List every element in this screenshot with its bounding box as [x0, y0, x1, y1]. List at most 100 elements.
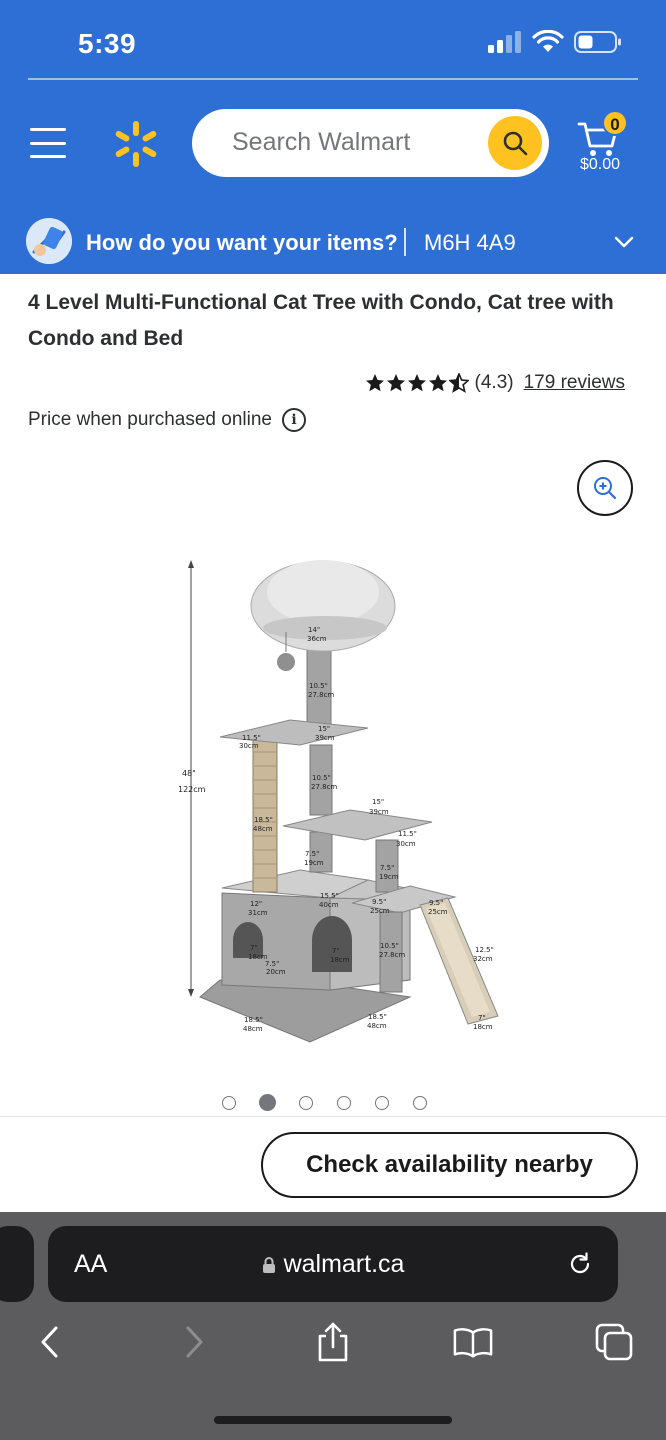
- dim-shelf-left-cm: 30cm: [239, 742, 259, 750]
- share-icon: [318, 1322, 348, 1362]
- dim-post-tall: 18.5": [254, 816, 273, 824]
- dim-step2: 9.5": [429, 899, 443, 907]
- dim-post-small-cm: 30cm: [396, 840, 416, 848]
- dim-post2: 10.5": [312, 774, 331, 782]
- dim-base1: 18.5": [244, 1016, 263, 1024]
- dim-step2-cm: 25cm: [428, 908, 448, 916]
- chevron-down-icon: [614, 236, 634, 248]
- book-icon: [453, 1328, 493, 1358]
- dim-height: 48": [182, 769, 196, 778]
- menu-button[interactable]: [30, 128, 66, 158]
- delivery-selector[interactable]: How do you want your items? M6H 4A9: [0, 210, 666, 274]
- product-title: 4 Level Multi-Functional Cat Tree with C…: [28, 291, 614, 350]
- dim-condo-width-cm: 31cm: [248, 909, 268, 917]
- postal-code: M6H 4A9: [424, 230, 516, 255]
- carousel-dot[interactable]: [299, 1095, 313, 1110]
- delivery-question: How do you want your items?: [86, 230, 398, 255]
- browser-toolbar: AA walmart.ca: [0, 1212, 666, 1440]
- dim-post3-cm: 27.8cm: [379, 951, 405, 959]
- chevron-left-icon: [41, 1326, 58, 1358]
- address-domain: walmart.ca: [48, 1250, 618, 1279]
- search-input[interactable]: Search Walmart: [192, 109, 549, 177]
- zoom-button[interactable]: [577, 460, 633, 516]
- tabs-button[interactable]: [594, 1320, 634, 1364]
- star-half-icon: [448, 373, 469, 393]
- dim-hole1b: 7.5": [265, 960, 279, 968]
- info-icon[interactable]: i: [282, 408, 306, 432]
- search-placeholder: Search Walmart: [232, 128, 411, 156]
- reload-icon[interactable]: [566, 1250, 594, 1278]
- header-divider: [28, 78, 638, 80]
- carousel-dot[interactable]: [413, 1095, 427, 1110]
- dim-condo-top: 15.5": [320, 892, 339, 900]
- dim-shelf-right: 15": [372, 798, 384, 806]
- dim-hole1b-cm: 20cm: [266, 968, 286, 976]
- dim-bed-width: 14": [308, 626, 320, 634]
- dim-height-cm: 122cm: [178, 785, 206, 794]
- dim-condo-width: 12": [250, 900, 262, 908]
- delivery-icon: [26, 218, 72, 264]
- carousel-dot[interactable]: [222, 1095, 236, 1110]
- price-note: Price when purchased online i: [28, 408, 306, 432]
- address-bar[interactable]: AA walmart.ca: [48, 1226, 618, 1302]
- rating-value: (4.3): [474, 372, 514, 393]
- star-full-icon: [386, 374, 405, 392]
- dim-bed-width-cm: 36cm: [307, 635, 327, 643]
- forward-button[interactable]: [174, 1320, 214, 1364]
- chevron-right-icon: [186, 1326, 203, 1358]
- carousel-dot[interactable]: [337, 1095, 351, 1110]
- dim-hole1: 7": [250, 944, 258, 952]
- cart-count-badge: 0: [602, 110, 628, 136]
- walmart-spark-logo-icon[interactable]: [112, 120, 160, 168]
- dim-post3: 10.5": [380, 942, 399, 950]
- status-icons: [488, 30, 622, 54]
- nav-bar: Search Walmart 0 $0.00: [0, 100, 666, 186]
- dim-ramp-width-cm: 18cm: [473, 1023, 493, 1031]
- dim-post-small: 11.5": [398, 830, 417, 838]
- cart-total: $0.00: [580, 156, 621, 173]
- star-full-icon: [428, 374, 447, 392]
- tabs-icon: [595, 1323, 633, 1361]
- home-indicator: [214, 1416, 452, 1424]
- section-divider: [0, 1116, 666, 1117]
- search-icon: [503, 131, 528, 156]
- cart-button[interactable]: 0 $0.00: [572, 110, 636, 180]
- dim-gap2-cm: 19cm: [379, 873, 399, 881]
- dim-shelf-mid-cm: 39cm: [315, 734, 335, 742]
- dim-base1-cm: 48cm: [243, 1025, 263, 1033]
- previous-tab-peek[interactable]: [0, 1226, 34, 1302]
- carousel-dot-active[interactable]: [259, 1094, 276, 1111]
- search-button[interactable]: [488, 116, 542, 170]
- product-rating: (4.3) 179 reviews: [365, 372, 625, 394]
- dim-condo-top-cm: 40cm: [319, 901, 339, 909]
- reviews-link[interactable]: 179 reviews: [524, 372, 625, 394]
- status-bar: 5:39: [0, 0, 666, 82]
- zoom-in-icon: [594, 477, 617, 500]
- back-button[interactable]: [30, 1320, 70, 1364]
- dim-post1: 10.5": [309, 682, 328, 690]
- lock-icon: [262, 1256, 275, 1273]
- dim-step1-cm: 25cm: [370, 907, 390, 915]
- dim-gap1-cm: 19cm: [304, 859, 324, 867]
- dim-hole2: 7": [332, 947, 340, 955]
- dim-shelf-mid: 15": [318, 725, 330, 733]
- dim-hole2-cm: 18cm: [330, 956, 350, 964]
- dim-post2-cm: 27.8cm: [311, 783, 337, 791]
- bookmarks-button[interactable]: [453, 1320, 493, 1364]
- share-button[interactable]: [313, 1320, 353, 1364]
- dim-step1: 9.5": [372, 898, 386, 906]
- domain-text: walmart.ca: [283, 1250, 405, 1278]
- dim-gap2: 7.5": [380, 864, 394, 872]
- check-availability-button[interactable]: Check availability nearby: [261, 1132, 638, 1198]
- star-full-icon: [407, 374, 426, 392]
- dim-post-tall-cm: 48cm: [253, 825, 273, 833]
- carousel-dot[interactable]: [375, 1095, 389, 1110]
- menu-icon-line: [30, 128, 66, 131]
- dim-ramp: 12.5": [475, 946, 494, 954]
- image-carousel-dots: [222, 1094, 427, 1111]
- cellular-signal-icon: [488, 31, 521, 53]
- price-note-text: Price when purchased online: [28, 409, 272, 430]
- menu-icon-line: [30, 141, 66, 145]
- product-image[interactable]: 48" 122cm 14" 36cm 10.5" 27.8cm 11.5" 30…: [160, 540, 520, 1060]
- dim-ramp-cm: 32cm: [473, 955, 493, 963]
